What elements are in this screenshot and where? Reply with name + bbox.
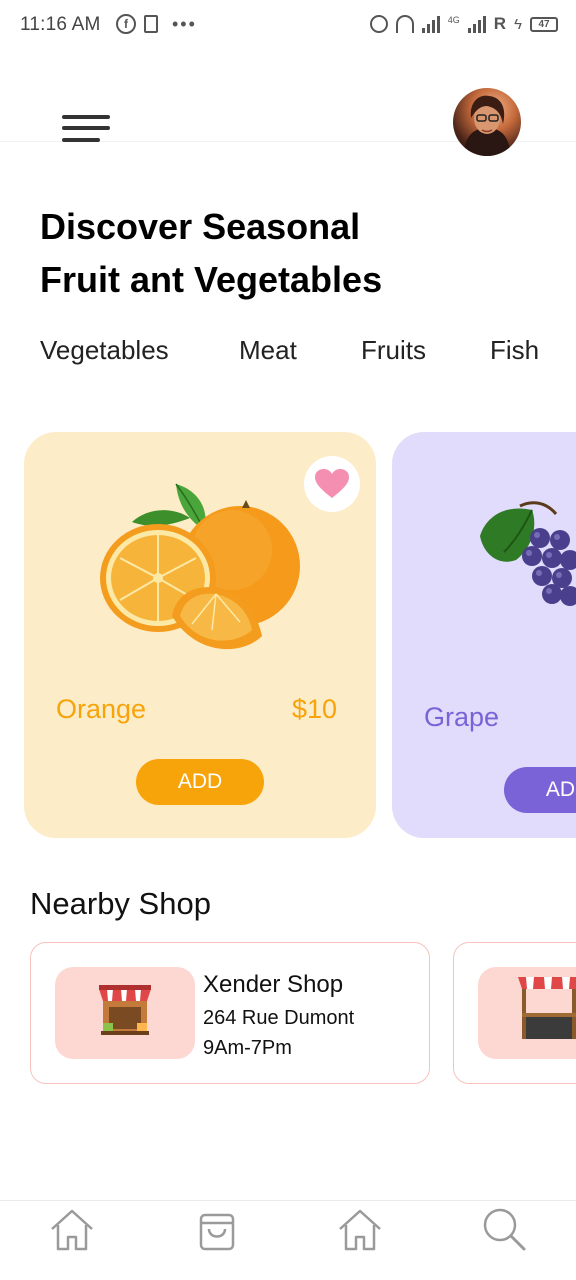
product-carousel[interactable]: Orange $10 ADD Grape AD	[0, 432, 576, 840]
orange-fruit-image	[100, 483, 300, 650]
shop-name: Xender Shop	[203, 971, 344, 998]
tab-vegetables[interactable]: Vegetables	[40, 335, 169, 366]
network-type-label: 4G	[447, 14, 460, 25]
charging-icon: ϟ	[514, 15, 522, 33]
heart-icon	[315, 469, 349, 498]
product-name: Grape	[424, 702, 500, 732]
shop-hours: 9Am-7Pm	[203, 1037, 292, 1059]
battery-icon: 47	[530, 16, 558, 32]
signal-icon-secondary	[467, 15, 486, 33]
product-name: Orange	[56, 694, 147, 724]
page-title-line-2: Fruit ant Vegetables	[40, 259, 383, 300]
page-title-line-1: Discover Seasonal	[40, 206, 361, 247]
status-time: 11:16 AM	[20, 14, 101, 35]
status-notification-icons: f •••	[116, 14, 197, 34]
home-icon[interactable]	[48, 1205, 96, 1253]
product-card-grape[interactable]: Grape ADD	[392, 432, 576, 838]
product-price: $10	[292, 694, 338, 724]
status-system-icons: 4G R ϟ 47	[369, 14, 558, 34]
alarm-icon	[369, 15, 388, 33]
hotspot-icon	[395, 15, 414, 33]
hamburger-menu-icon[interactable]	[60, 113, 112, 145]
facebook-icon: f	[116, 14, 136, 34]
shopping-bag-icon[interactable]	[193, 1205, 241, 1253]
product-card-orange[interactable]: Orange $10 ADD	[24, 432, 376, 838]
tab-meat[interactable]: Meat	[239, 335, 297, 366]
shop-thumbnail	[478, 967, 576, 1059]
favorite-button[interactable]	[304, 456, 360, 512]
roaming-label: R	[493, 14, 507, 33]
grape-fruit-image	[480, 501, 576, 606]
search-icon[interactable]	[480, 1205, 528, 1253]
shop-thumbnail	[55, 967, 195, 1059]
bottom-navigation	[0, 1200, 576, 1280]
nearby-shop-title: Nearby Shop	[30, 886, 211, 921]
signal-icon	[421, 15, 440, 33]
page-title: Discover Seasonal Fruit ant Vegetables	[40, 200, 520, 306]
user-avatar[interactable]	[453, 88, 521, 156]
shop-address: 264 Rue Dumont	[203, 1007, 355, 1029]
add-to-cart-button[interactable]: ADD	[504, 767, 576, 813]
market-stall-icon	[99, 985, 151, 1035]
shop-card-next[interactable]	[453, 942, 576, 1084]
download-icon	[144, 15, 158, 33]
tab-fruits[interactable]: Fruits	[361, 335, 426, 366]
home-icon[interactable]	[336, 1205, 384, 1253]
shop-card[interactable]: Xender Shop 264 Rue Dumont 9Am-7Pm	[30, 942, 430, 1084]
status-bar: 11:16 AM f ••• 4G R ϟ 47	[0, 0, 576, 52]
more-notifications-icon: •••	[172, 14, 197, 34]
add-to-cart-button[interactable]: ADD	[136, 759, 264, 805]
category-tabs: Vegetables Meat Fruits Fish	[40, 335, 576, 375]
market-stall-icon	[518, 977, 576, 1039]
tab-fish[interactable]: Fish	[490, 335, 539, 366]
shop-carousel[interactable]: Xender Shop 264 Rue Dumont 9Am-7Pm	[0, 942, 576, 1086]
